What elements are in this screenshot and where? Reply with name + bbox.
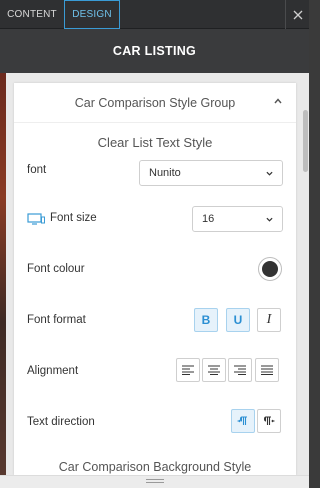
font-value: Nunito: [149, 167, 181, 179]
font-label: font: [27, 164, 47, 176]
group-title: Car Comparison Style Group: [74, 95, 236, 110]
group-header[interactable]: Car Comparison Style Group: [14, 83, 296, 123]
align-left-button[interactable]: [176, 358, 200, 382]
scrollbar-thumb[interactable]: [303, 110, 308, 172]
font-size-label: Font size: [50, 212, 97, 224]
rtl-button[interactable]: [257, 409, 281, 433]
align-center-icon: [208, 365, 220, 375]
colour-fill: [262, 261, 278, 277]
panel-title: CAR LISTING: [0, 29, 309, 73]
italic-button[interactable]: I: [257, 308, 281, 332]
font-colour-label: Font colour: [27, 263, 85, 275]
tab-content[interactable]: CONTENT: [0, 0, 64, 29]
desktop-icon: [27, 213, 45, 225]
section-title: Clear List Text Style: [97, 135, 213, 150]
style-group-card: Car Comparison Style Group Clear List Te…: [14, 83, 296, 475]
alignment-label: Alignment: [27, 365, 79, 377]
text-direction-ltr-icon: [237, 416, 247, 425]
close-icon: [293, 10, 302, 19]
align-right-button[interactable]: [228, 358, 252, 382]
next-group-title[interactable]: Car Comparison Background Style: [14, 460, 296, 474]
bold-button[interactable]: B: [194, 308, 218, 332]
align-justify-icon: [261, 365, 273, 375]
chevron-up-icon[interactable]: [274, 97, 282, 105]
underline-button[interactable]: U: [226, 308, 250, 332]
align-right-icon: [234, 365, 246, 375]
tab-bar: CONTENT DESIGN: [0, 0, 309, 29]
chevron-down-icon: [266, 171, 273, 176]
grip-icon: [146, 479, 164, 485]
text-direction-rtl-icon: [264, 416, 275, 425]
align-left-icon: [182, 365, 194, 375]
font-format-label: Font format: [27, 314, 86, 326]
close-button[interactable]: [285, 0, 309, 29]
chevron-down-icon: [266, 217, 273, 222]
resize-handle[interactable]: [0, 475, 309, 488]
align-justify-button[interactable]: [255, 358, 279, 382]
font-size-value: 16: [202, 213, 215, 225]
tab-design[interactable]: DESIGN: [64, 0, 120, 29]
font-size-select[interactable]: 16: [192, 206, 283, 232]
ltr-button[interactable]: [231, 409, 255, 433]
font-colour-swatch[interactable]: [258, 257, 282, 281]
background-preview-strip: [0, 73, 6, 488]
text-direction-label: Text direction: [27, 416, 95, 428]
font-select[interactable]: Nunito: [139, 160, 283, 186]
align-center-button[interactable]: [202, 358, 226, 382]
